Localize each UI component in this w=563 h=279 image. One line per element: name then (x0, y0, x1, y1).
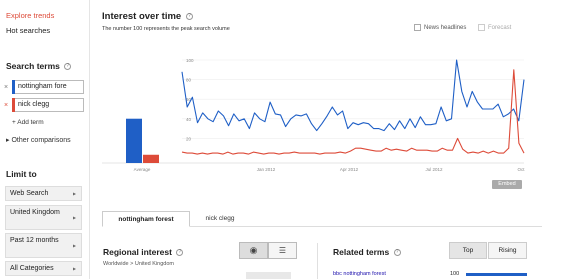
add-term-link[interactable]: + Add term (12, 119, 44, 126)
y-tick-label: 80 (186, 78, 192, 83)
y-tick-label: 100 (186, 58, 194, 63)
search-terms-heading: Search terms ? (6, 61, 72, 71)
help-icon[interactable]: ? (176, 249, 184, 257)
rising-button[interactable]: Rising (488, 242, 527, 259)
page-title: Interest over time ? (102, 11, 193, 22)
hot-searches-link[interactable]: Hot searches (6, 26, 50, 35)
related-terms-heading: Related terms ? (333, 247, 401, 257)
remove-term-icon[interactable]: × (4, 84, 12, 91)
chevron-right-icon: ▸ (72, 215, 76, 221)
region-breadcrumb: Worldwide > United Kingdom (103, 261, 174, 267)
related-term-value: 100 (450, 271, 460, 277)
search-term-2[interactable]: × nick clegg (4, 98, 84, 112)
search-term-input[interactable]: nottingham fore (15, 80, 84, 94)
filter-time-range[interactable]: Past 12 months ▸ (5, 233, 82, 258)
average-bar (126, 118, 142, 163)
filter-search-type[interactable]: Web Search ▸ (5, 186, 82, 201)
related-terms-label: Related terms (333, 247, 390, 257)
chart-subtitle: The number 100 represents the peak searc… (102, 26, 230, 32)
limit-to-heading: Limit to (6, 169, 37, 179)
tab-nick-clegg[interactable]: nick clegg (192, 211, 248, 227)
embed-button[interactable]: Embed (492, 180, 522, 189)
news-headlines-label: News headlines (424, 24, 467, 31)
search-term-1[interactable]: × nottingham fore (4, 80, 84, 94)
search-terms-label: Search terms (6, 61, 60, 71)
top-button[interactable]: Top (449, 242, 487, 259)
map-view-button[interactable]: ◉ (239, 242, 268, 259)
x-tick-label: Jan 2012 (257, 167, 276, 172)
x-tick-label: Oct (517, 167, 525, 172)
help-icon[interactable]: ? (185, 12, 193, 20)
map-placeholder (246, 272, 291, 279)
x-tick-label: Average (134, 167, 151, 172)
regional-interest-heading: Regional interest ? (103, 247, 184, 257)
filter-label: All Categories (10, 265, 54, 272)
average-bar (143, 154, 159, 163)
filter-label: Web Search (10, 190, 49, 197)
sidebar: Explore trends Hot searches Search terms… (0, 0, 90, 279)
list-view-button[interactable]: ☰ (268, 242, 297, 259)
chevron-right-icon: ▸ (72, 191, 76, 197)
help-icon[interactable]: ? (393, 249, 401, 257)
other-comparisons-link[interactable]: ▸ Other comparisons (6, 136, 71, 144)
other-comparisons-label: Other comparisons (11, 137, 71, 144)
x-tick-label: Apr 2012 (340, 167, 359, 172)
related-term-bar (466, 273, 527, 276)
checkbox-icon[interactable] (414, 24, 421, 31)
list-icon: ☰ (278, 246, 287, 255)
filter-region[interactable]: United Kingdom ▸ (5, 205, 82, 230)
y-tick-label: 40 (186, 117, 192, 122)
forecast-label: Forecast (488, 24, 512, 31)
series-line (181, 59, 525, 132)
regional-interest-label: Regional interest (103, 247, 172, 257)
page-title-text: Interest over time (102, 11, 182, 22)
chevron-right-icon: ▸ (72, 243, 76, 249)
page-edge (555, 0, 563, 279)
help-icon[interactable]: ? (64, 63, 72, 71)
checkbox-icon[interactable] (478, 24, 485, 31)
panel-divider (317, 243, 318, 279)
globe-icon: ◉ (249, 245, 258, 255)
x-tick-label: Jul 2012 (425, 167, 443, 172)
remove-term-icon[interactable]: × (4, 102, 12, 109)
filter-label: Past 12 months (10, 237, 59, 244)
filter-label: United Kingdom (10, 209, 60, 216)
series-line (181, 69, 525, 155)
explore-trends-link[interactable]: Explore trends (6, 11, 54, 20)
search-term-input[interactable]: nick clegg (15, 98, 84, 112)
filter-category[interactable]: All Categories ▸ (5, 261, 82, 276)
forecast-toggle[interactable]: Forecast (478, 24, 511, 31)
news-headlines-toggle[interactable]: News headlines (414, 24, 466, 31)
y-tick-label: 20 (186, 136, 192, 141)
interest-over-time-chart[interactable]: 10080604020Average Jan 2012 Apr 2012 Jul 20… (102, 50, 532, 190)
chevron-right-icon: ▸ (72, 266, 76, 272)
tab-nottingham-forest[interactable]: nottingham forest (102, 211, 190, 227)
